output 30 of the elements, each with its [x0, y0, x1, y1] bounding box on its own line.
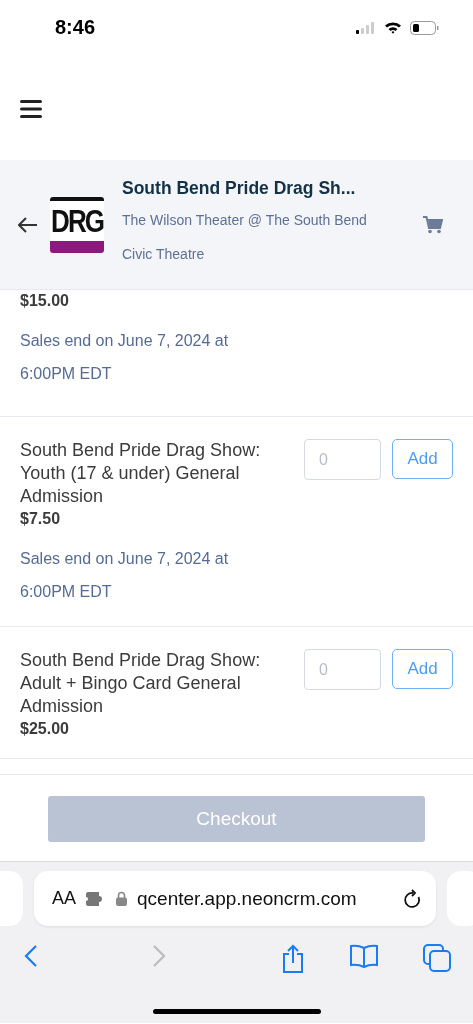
url-text: qcenter.app.neoncrm.com: [137, 887, 358, 910]
sales-end-text: Sales end on June 7, 2024 at 6:00PM EDT: [20, 331, 230, 384]
event-venue: The Wilson Theater @ The South Bend Civic Theatre: [122, 211, 368, 264]
back-arrow-icon[interactable]: [18, 216, 38, 233]
ticket-price: $15.00: [20, 291, 70, 311]
add-button[interactable]: Add: [392, 649, 453, 689]
lock-icon: [116, 891, 127, 906]
ticket-price: $25.00: [20, 719, 70, 739]
cart-icon[interactable]: [423, 215, 443, 234]
text-size-button[interactable]: AA: [52, 888, 76, 909]
quantity-field[interactable]: 0: [304, 649, 381, 690]
share-icon[interactable]: [280, 944, 305, 974]
ticket-name: South Bend Pride Drag Show: Adult + Bingo Card General Admission: [20, 649, 262, 718]
address-bar[interactable]: AA qcenter.app.neoncrm.com: [34, 871, 436, 926]
reload-icon[interactable]: [404, 888, 422, 909]
add-button[interactable]: Add: [392, 439, 453, 479]
quantity-field[interactable]: 0: [304, 439, 381, 480]
sales-end-text: Sales end on June 7, 2024 at 6:00PM EDT: [20, 549, 230, 602]
clock-time: 8:46: [55, 16, 96, 39]
event-title: South Bend Pride Drag Sh...: [122, 178, 357, 199]
signal-icon: [356, 21, 376, 34]
battery-icon: [410, 20, 439, 35]
tabs-icon[interactable]: [423, 944, 451, 972]
ticket-price: $7.50: [20, 509, 62, 529]
bookmarks-icon[interactable]: [348, 944, 379, 968]
ticket-name: South Bend Pride Drag Show: Youth (17 & under) General Admission: [20, 439, 262, 508]
event-logo: DRG: [50, 196, 104, 253]
back-icon[interactable]: [24, 944, 38, 968]
wifi-icon: [384, 21, 402, 34]
menu-icon[interactable]: [20, 99, 42, 118]
